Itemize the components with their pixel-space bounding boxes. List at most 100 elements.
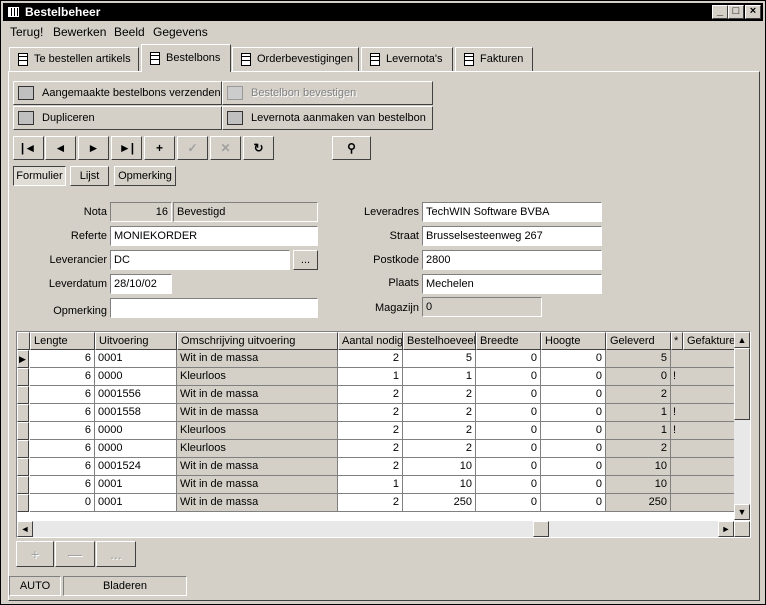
col-uitvoering[interactable]: Uitvoering (95, 332, 177, 350)
cell-breedte[interactable]: 0 (476, 494, 541, 512)
postkode-input[interactable]: 2800 (422, 250, 602, 270)
leverancier-input[interactable]: DC (110, 250, 290, 270)
next-record-button[interactable]: ► (78, 136, 109, 160)
vertical-scroll-thumb[interactable] (734, 348, 750, 420)
cell-omschrijving[interactable]: Wit in de massa (177, 404, 338, 422)
cell-hoogte[interactable]: 0 (541, 350, 606, 368)
col-hoogte[interactable]: Hoogte (541, 332, 606, 350)
cell-breedte[interactable]: 0 (476, 404, 541, 422)
cell-bestelhoeveelheid[interactable]: 2 (403, 386, 476, 404)
tab-bestelbons[interactable]: Bestelbons (141, 44, 231, 72)
cell-uitvoering[interactable]: 0001524 (95, 458, 177, 476)
tab-orderbevestigingen[interactable]: Orderbevestigingen (232, 47, 359, 71)
table-row[interactable]: 6 0000 Kleurloos 2 2 0 0 2 (17, 440, 735, 458)
col-bestelhoeveelheid[interactable]: Bestelhoeveelh (403, 332, 476, 350)
cell-geleverd[interactable]: 250 (606, 494, 671, 512)
col-breedte[interactable]: Breedte (476, 332, 541, 350)
tab-te-bestellen-artikels[interactable]: Te bestellen artikels (9, 47, 139, 71)
cell-breedte[interactable]: 0 (476, 368, 541, 386)
plaats-input[interactable]: Mechelen (422, 274, 602, 294)
table-row[interactable]: ▶ 6 0001 Wit in de massa 2 5 0 0 5 (17, 350, 735, 368)
cell-lengte[interactable]: 6 (30, 350, 95, 368)
leverdatum-input[interactable]: 28/10/02 (110, 274, 172, 294)
leverancier-browse-button[interactable]: ... (293, 250, 318, 270)
row-selector[interactable] (17, 458, 29, 476)
row-selector[interactable] (17, 368, 29, 386)
cell-flag[interactable] (671, 476, 683, 494)
row-selector[interactable] (17, 494, 29, 512)
cell-flag[interactable] (671, 386, 683, 404)
cell-lengte[interactable]: 6 (30, 476, 95, 494)
cell-uitvoering[interactable]: 0001 (95, 476, 177, 494)
cell-bestelhoeveelheid[interactable]: 250 (403, 494, 476, 512)
cell-omschrijving[interactable]: Kleurloos (177, 440, 338, 458)
create-delivery-note-button[interactable]: Levernota aanmaken van bestelbon (222, 106, 433, 130)
scroll-right-button[interactable]: ► (718, 521, 734, 537)
cell-geleverd[interactable]: 2 (606, 386, 671, 404)
row-selector[interactable] (17, 404, 29, 422)
cell-bestelhoeveelheid[interactable]: 2 (403, 440, 476, 458)
cell-flag[interactable]: ! (671, 404, 683, 422)
refresh-button[interactable]: ↻ (243, 136, 274, 160)
cell-aantal-nodig[interactable]: 2 (338, 494, 403, 512)
cell-aantal-nodig[interactable]: 1 (338, 476, 403, 494)
straat-input[interactable]: Brusselsesteenweg 267 (422, 226, 602, 246)
cell-aantal-nodig[interactable]: 2 (338, 404, 403, 422)
cell-breedte[interactable]: 0 (476, 458, 541, 476)
tab-levernotas[interactable]: Levernota's (361, 47, 453, 71)
cell-lengte[interactable]: 0 (30, 494, 95, 512)
cell-uitvoering[interactable]: 0001556 (95, 386, 177, 404)
col-omschrijving[interactable]: Omschrijving uitvoering (177, 332, 338, 350)
cell-breedte[interactable]: 0 (476, 386, 541, 404)
cell-lengte[interactable]: 6 (30, 368, 95, 386)
cell-gefactureerd[interactable] (683, 350, 735, 368)
menu-terug[interactable]: Terug! (10, 25, 43, 39)
cell-lengte[interactable]: 6 (30, 458, 95, 476)
view-tab-lijst[interactable]: Lijst (70, 166, 109, 186)
table-row[interactable]: 6 0000 Kleurloos 1 1 0 0 0! (17, 368, 735, 386)
cell-flag[interactable]: ! (671, 368, 683, 386)
minimize-button[interactable]: _ (712, 5, 728, 19)
cell-uitvoering[interactable]: 0001558 (95, 404, 177, 422)
cell-gefactureerd[interactable] (683, 422, 735, 440)
cell-hoogte[interactable]: 0 (541, 458, 606, 476)
cell-breedte[interactable]: 0 (476, 440, 541, 458)
cell-breedte[interactable]: 0 (476, 350, 541, 368)
cell-omschrijving[interactable]: Wit in de massa (177, 350, 338, 368)
cell-gefactureerd[interactable] (683, 458, 735, 476)
row-selector[interactable] (17, 422, 29, 440)
add-record-button[interactable]: + (144, 136, 175, 160)
menu-gegevens[interactable]: Gegevens (153, 25, 208, 39)
cell-omschrijving[interactable]: Wit in de massa (177, 386, 338, 404)
add-line-button[interactable]: + (16, 541, 54, 567)
cell-bestelhoeveelheid[interactable]: 2 (403, 422, 476, 440)
cell-omschrijving[interactable]: Wit in de massa (177, 494, 338, 512)
cell-gefactureerd[interactable] (683, 440, 735, 458)
cell-aantal-nodig[interactable]: 2 (338, 422, 403, 440)
more-line-button[interactable]: ... (96, 541, 136, 567)
confirm-order-button[interactable]: Bestelbon bevestigen (222, 81, 433, 105)
col-gefactureerd[interactable]: Gefakturee (683, 332, 735, 350)
col-aantal-nodig[interactable]: Aantal nodig (338, 332, 403, 350)
cell-uitvoering[interactable]: 0001 (95, 350, 177, 368)
close-button[interactable]: × (745, 5, 761, 19)
row-selector[interactable]: ▶ (17, 350, 29, 368)
cell-gefactureerd[interactable] (683, 476, 735, 494)
col-flag[interactable]: * (671, 332, 683, 350)
cell-omschrijving[interactable]: Wit in de massa (177, 458, 338, 476)
cell-breedte[interactable]: 0 (476, 476, 541, 494)
row-selector[interactable] (17, 386, 29, 404)
cell-bestelhoeveelheid[interactable]: 1 (403, 368, 476, 386)
cell-lengte[interactable]: 6 (30, 386, 95, 404)
cell-gefactureerd[interactable] (683, 386, 735, 404)
cell-hoogte[interactable]: 0 (541, 476, 606, 494)
cell-geleverd[interactable]: 1 (606, 404, 671, 422)
cell-aantal-nodig[interactable]: 2 (338, 440, 403, 458)
opmerking-input[interactable] (110, 298, 318, 318)
scroll-up-button[interactable]: ▲ (734, 332, 750, 348)
scroll-down-button[interactable]: ▼ (734, 504, 750, 520)
cell-aantal-nodig[interactable]: 1 (338, 368, 403, 386)
cell-uitvoering[interactable]: 0001 (95, 494, 177, 512)
cell-bestelhoeveelheid[interactable]: 2 (403, 404, 476, 422)
row-selector[interactable] (17, 476, 29, 494)
